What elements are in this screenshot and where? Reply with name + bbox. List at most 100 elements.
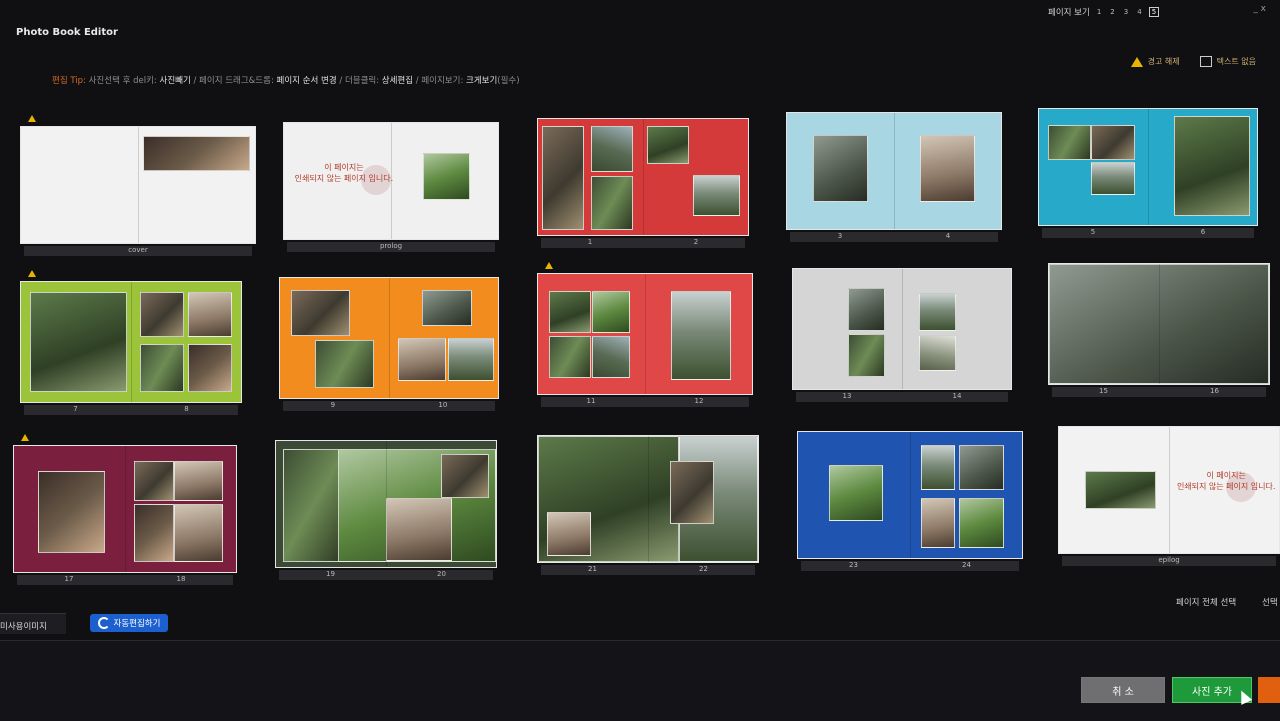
photo-thumbnail[interactable] <box>29 291 127 393</box>
page-spread[interactable]: 17 18 <box>13 434 237 587</box>
photo-thumbnail[interactable] <box>959 497 1005 548</box>
spread-thumbnail[interactable] <box>537 118 749 236</box>
page-spread[interactable]: 78 <box>20 270 242 417</box>
spread-thumbnail[interactable] <box>20 126 256 244</box>
photo-thumbnail[interactable] <box>1091 125 1135 161</box>
spread-thumbnail[interactable] <box>1038 108 1258 226</box>
spread-thumbnail[interactable] <box>1048 263 1270 385</box>
page-view-2[interactable]: 2 <box>1108 8 1116 16</box>
photo-thumbnail[interactable] <box>670 461 714 525</box>
photo-thumbnail[interactable] <box>590 125 633 173</box>
photo-thumbnail[interactable] <box>441 453 490 498</box>
page-view-1[interactable]: 1 <box>1095 8 1103 16</box>
spread-thumbnail[interactable] <box>275 440 497 568</box>
photo-thumbnail[interactable] <box>282 448 345 562</box>
page-view-3[interactable]: 3 <box>1122 8 1130 16</box>
auto-edit-button[interactable]: 자동편집하기 <box>90 614 168 632</box>
photo-thumbnail[interactable] <box>546 511 591 556</box>
photo-thumbnail[interactable] <box>314 340 374 389</box>
photo-thumbnail[interactable] <box>38 471 105 554</box>
select-button[interactable]: 선택 <box>1262 596 1278 608</box>
instr-highlight: 사진빼기 <box>159 76 191 86</box>
page-spread[interactable]: 이 페이지는 인쇄되지 않는 페이지 입니다. prolog <box>283 122 499 254</box>
page-spread[interactable]: 12 <box>537 118 749 250</box>
photo-thumbnail[interactable] <box>959 444 1005 490</box>
photo-thumbnail[interactable] <box>1049 264 1269 384</box>
notice-line: 인쇄되지 않는 페이지 입니다. <box>294 174 394 184</box>
unused-images-tab[interactable]: 미사용이미지 <box>0 620 47 632</box>
page-spread[interactable]: 34 <box>786 112 1002 244</box>
photo-thumbnail[interactable] <box>590 175 633 231</box>
photo-thumbnail[interactable] <box>693 174 740 217</box>
spread-thumbnail[interactable] <box>13 445 237 573</box>
page-number-left: 5 <box>1090 228 1096 236</box>
photo-thumbnail[interactable] <box>133 461 174 502</box>
page-spread[interactable]: 9 10 <box>279 277 499 413</box>
photo-thumbnail[interactable] <box>812 135 869 203</box>
photo-thumbnail[interactable] <box>397 338 446 382</box>
photo-thumbnail[interactable] <box>188 291 233 338</box>
photo-thumbnail[interactable] <box>173 503 223 562</box>
spread-thumbnail[interactable] <box>20 281 242 403</box>
photo-thumbnail[interactable] <box>421 290 472 326</box>
photo-thumbnail[interactable] <box>591 290 631 333</box>
page-spread[interactable]: 21 22 <box>537 435 759 577</box>
spread-thumbnail[interactable]: 이 페이지는 인쇄되지 않는 페이지 입니다. <box>283 122 499 240</box>
photo-thumbnail[interactable] <box>142 136 251 172</box>
photo-thumbnail[interactable] <box>1047 125 1092 161</box>
photo-thumbnail[interactable] <box>423 153 471 200</box>
photo-thumbnail[interactable] <box>829 464 884 522</box>
photo-thumbnail[interactable] <box>548 290 592 333</box>
spread-thumbnail[interactable] <box>537 273 753 395</box>
warning-toggle[interactable]: 경고 해제 <box>1130 56 1180 67</box>
spread-thumbnail[interactable] <box>279 277 499 399</box>
text-toggle[interactable]: 텍스트 없음 <box>1199 56 1256 67</box>
page-spread[interactable]: cover <box>20 115 256 258</box>
photo-thumbnail[interactable] <box>847 288 885 332</box>
photo-thumbnail[interactable] <box>1174 115 1251 216</box>
page-spread[interactable]: 23 24 <box>797 431 1023 573</box>
cancel-button[interactable]: 취 소 <box>1081 677 1165 703</box>
page-spread[interactable]: 이 페이지는 인쇄되지 않는 페이지 입니다. epilog <box>1058 426 1280 568</box>
photo-thumbnail[interactable] <box>1085 471 1156 509</box>
photo-thumbnail[interactable] <box>919 293 957 332</box>
photo-thumbnail[interactable] <box>133 503 174 562</box>
page-spread[interactable]: 15 16 <box>1048 263 1270 399</box>
page-number-left: 15 <box>1099 387 1108 395</box>
photo-thumbnail[interactable] <box>921 497 955 548</box>
photo-thumbnail[interactable] <box>921 444 955 490</box>
photo-thumbnail[interactable] <box>847 333 885 377</box>
photo-thumbnail[interactable] <box>647 125 690 165</box>
photo-thumbnail[interactable] <box>139 344 184 393</box>
photo-thumbnail[interactable] <box>548 336 592 379</box>
photo-thumbnail[interactable] <box>919 335 957 371</box>
spread-thumbnail[interactable]: 이 페이지는 인쇄되지 않는 페이지 입니다. <box>1058 426 1280 554</box>
page-spread[interactable]: 13 14 <box>792 268 1012 404</box>
photo-thumbnail[interactable] <box>591 336 631 379</box>
photo-thumbnail[interactable] <box>173 461 223 502</box>
page-number-left: 13 <box>842 392 852 400</box>
photo-thumbnail[interactable] <box>188 344 233 393</box>
photo-thumbnail[interactable] <box>139 291 184 338</box>
page-number-left: prolog <box>379 242 403 250</box>
spread-thumbnail[interactable] <box>792 268 1012 390</box>
page-number-right: 10 <box>438 401 448 409</box>
page-view-5[interactable]: 5 <box>1148 7 1160 17</box>
photo-thumbnail[interactable] <box>670 290 731 380</box>
page-spread[interactable]: 11 12 <box>537 262 753 409</box>
window-controls[interactable]: _ x <box>1253 4 1266 14</box>
spread-thumbnail[interactable] <box>786 112 1002 230</box>
page-view-4[interactable]: 4 <box>1135 8 1143 16</box>
next-button[interactable] <box>1258 677 1280 703</box>
photo-thumbnail[interactable] <box>919 135 976 203</box>
photo-thumbnail[interactable] <box>1091 162 1135 195</box>
photo-thumbnail[interactable] <box>447 338 494 382</box>
page-spread[interactable]: 19 20 <box>275 440 497 582</box>
photo-thumbnail[interactable] <box>290 290 350 336</box>
select-all-pages[interactable]: 페이지 전체 선택 <box>1176 596 1236 608</box>
photo-thumbnail[interactable] <box>542 125 585 231</box>
spread-thumbnail[interactable] <box>537 435 759 563</box>
page-spread[interactable]: 56 <box>1038 108 1258 240</box>
spread-thumbnail[interactable] <box>797 431 1023 559</box>
photo-thumbnail[interactable] <box>386 497 452 561</box>
